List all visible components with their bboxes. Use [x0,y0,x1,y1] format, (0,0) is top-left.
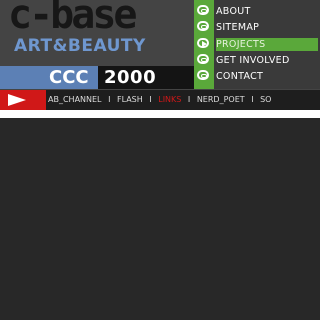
nav-bullet-icon[interactable] [197,5,209,15]
logo-subtitle: ART&BEAUTY [14,36,146,56]
sub-nav-link-nerd-poet[interactable]: NERD_POET [197,95,245,104]
sub-nav-link-so[interactable]: SO [260,95,271,104]
separator: I [108,95,111,104]
nav-icon-stripe [194,0,214,89]
divider-bar [0,110,320,118]
nav-item-contact[interactable]: CONTACT [216,70,318,83]
arrow-right-icon [8,94,26,106]
sub-nav-link-current[interactable]: LINKS [158,95,181,104]
sub-nav-links: AB_CHANNEL I FLASH I LINKS I NERD_POET I… [48,90,271,110]
nav-play-icon[interactable] [197,38,209,48]
nav-item-projects[interactable]: PROJECTS [216,38,318,51]
content-area [0,118,320,320]
nav-item-sitemap[interactable]: SITEMAP [216,21,318,34]
ccc-label: CCC [49,67,89,88]
separator: I [149,95,152,104]
separator: I [251,95,254,104]
nav-bullet-icon[interactable] [197,54,209,64]
logo-main-text: c-base [8,0,137,38]
sub-nav-strip: AB_CHANNEL I FLASH I LINKS I NERD_POET I… [0,90,320,110]
back-tab[interactable] [0,90,46,110]
nav-bullet-icon[interactable] [197,21,209,31]
c-base-logo[interactable]: c-base ART&BEAUTY [0,0,194,66]
separator: I [187,95,191,104]
nav-item-about[interactable]: ABOUT [216,5,318,18]
site-header: c-base ART&BEAUTY CCC 2000 ABOUT SITEMAP… [0,0,320,90]
main-nav: ABOUT SITEMAP PROJECTS GET INVOLVED CONT… [214,0,320,89]
nav-item-get-involved[interactable]: GET INVOLVED [216,54,318,67]
sub-nav-link-ab-channel[interactable]: AB_CHANNEL [48,95,102,104]
nav-bullet-icon[interactable] [197,70,209,80]
year-label: 2000 [104,67,157,88]
sub-nav-link-flash[interactable]: FLASH [117,95,143,104]
ccc-banner: CCC 2000 [0,66,194,89]
